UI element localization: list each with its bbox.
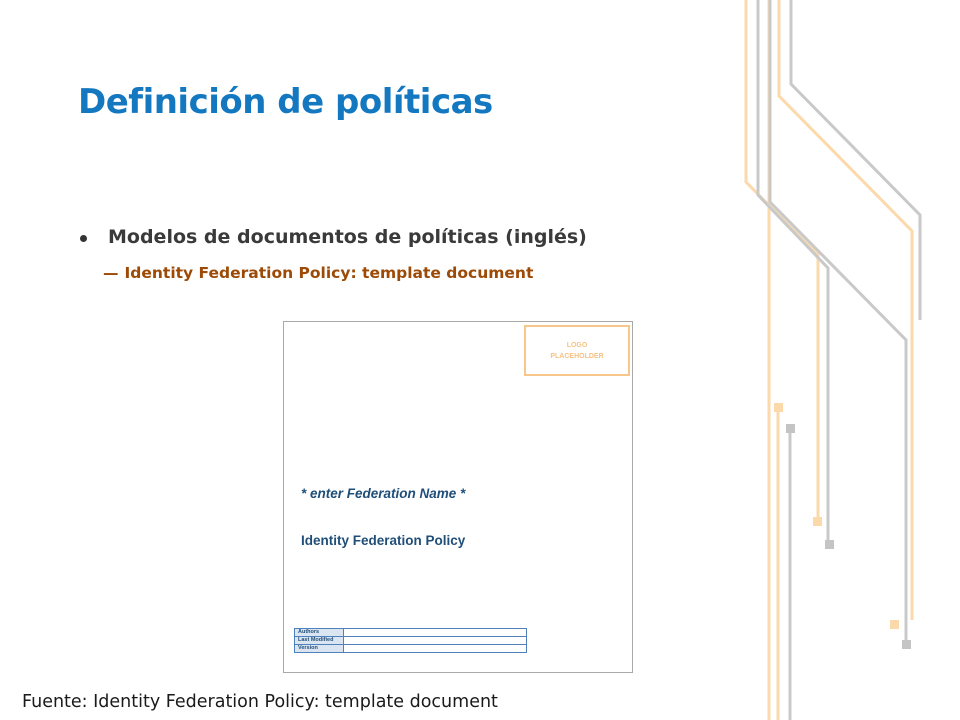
slide-title: Definición de políticas: [78, 82, 493, 122]
source-caption: Fuente: Identity Federation Policy: temp…: [22, 692, 498, 712]
table-cell-value: [343, 636, 527, 645]
table-row: Version: [294, 644, 527, 653]
circuit-node-orange: [813, 517, 822, 526]
table-cell-value: [343, 628, 527, 637]
table-cell-label: Last Modified: [294, 636, 344, 645]
document-thumbnail: LOGO PLACEHOLDER * enter Federation Name…: [283, 321, 633, 673]
sub-bullet-item: — Identity Federation Policy: template do…: [103, 264, 533, 282]
table-cell-label: Authors: [294, 628, 344, 637]
sub-bullet-text: Identity Federation Policy: template doc…: [124, 264, 534, 282]
federation-name-placeholder: * enter Federation Name *: [301, 486, 466, 501]
circuit-node-orange: [890, 620, 899, 629]
document-metadata-table: Authors Last Modified Version: [294, 628, 527, 653]
circuit-lines-decoration: [744, 0, 922, 720]
bullet-text: Modelos de documentos de políticas (ingl…: [108, 226, 587, 248]
document-title: Identity Federation Policy: [301, 533, 466, 548]
circuit-node-gray: [825, 540, 834, 549]
circuit-node-gray: [902, 640, 911, 649]
logo-placeholder: LOGO PLACEHOLDER: [524, 325, 630, 376]
logo-placeholder-line1: LOGO: [566, 341, 588, 349]
sub-bullet-dash: —: [103, 264, 119, 282]
table-row: Authors: [294, 628, 527, 637]
logo-placeholder-line2: PLACEHOLDER: [550, 352, 604, 360]
circuit-line-gray: [789, 0, 922, 320]
circuit-node-orange: [774, 403, 783, 412]
table-row: Last Modified: [294, 636, 527, 645]
circuit-node-gray: [786, 424, 795, 433]
table-cell-value: [343, 644, 527, 653]
table-cell-label: Version: [294, 644, 344, 653]
bullet-dot-icon: [80, 235, 87, 242]
